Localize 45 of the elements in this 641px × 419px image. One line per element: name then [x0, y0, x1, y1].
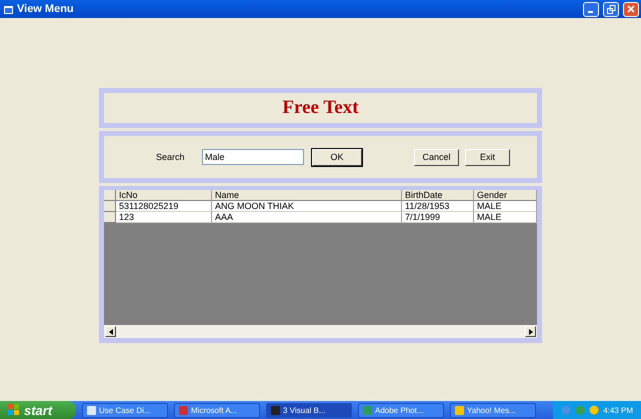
table-cell: AAA — [212, 212, 402, 223]
app-icon — [455, 406, 464, 414]
row-selector[interactable] — [104, 212, 116, 223]
app-icon — [363, 406, 372, 414]
table-cell: ANG MOON THIAK — [212, 201, 402, 212]
taskbar-item[interactable]: Use Case Di... — [82, 402, 168, 418]
app-icon — [271, 406, 280, 414]
restore-button[interactable] — [603, 2, 619, 16]
search-label: Search — [156, 152, 186, 162]
grid-corner — [104, 190, 116, 201]
horizontal-scrollbar[interactable] — [104, 325, 537, 338]
scroll-left-icon[interactable] — [105, 326, 116, 337]
column-header[interactable]: IcNo — [116, 190, 212, 201]
scroll-right-icon[interactable] — [525, 326, 536, 337]
app-icon — [87, 406, 96, 414]
table-cell: MALE — [474, 212, 537, 223]
taskbar-item[interactable]: Adobe Phot... — [358, 402, 444, 418]
table-cell: 531128025219 — [116, 201, 212, 212]
taskbar-item[interactable]: Microsoft A... — [174, 402, 260, 418]
cancel-button[interactable]: Cancel — [414, 148, 459, 166]
window-icon — [4, 4, 13, 14]
row-selector[interactable] — [104, 201, 116, 212]
tray-icon[interactable] — [589, 405, 600, 415]
close-icon — [627, 5, 635, 13]
clock: 4:43 PM — [603, 406, 633, 414]
taskbar-item[interactable]: 3 Visual B... — [266, 402, 352, 418]
table-cell: 123 — [116, 212, 212, 223]
table-cell: 11/28/1953 — [402, 201, 474, 212]
start-button[interactable]: start — [0, 401, 76, 419]
ok-button[interactable]: OK — [312, 148, 362, 166]
close-button[interactable] — [623, 2, 639, 16]
windows-logo-icon — [8, 404, 20, 416]
app-icon — [179, 406, 188, 414]
header-title: Free Text — [282, 97, 359, 119]
column-header[interactable]: Name — [212, 190, 402, 201]
table-cell: 7/1/1999 — [402, 212, 474, 223]
column-header[interactable]: Gender — [474, 190, 537, 201]
taskbar-item[interactable]: Yahoo! Mes... — [450, 402, 536, 418]
window-title: View Menu — [17, 3, 75, 15]
exit-button[interactable]: Exit — [465, 148, 510, 166]
search-field[interactable]: Male — [202, 149, 304, 165]
column-header[interactable]: BirthDate — [402, 190, 474, 201]
restore-icon — [606, 4, 616, 14]
minimize-button[interactable] — [583, 2, 599, 16]
table-cell: MALE — [474, 201, 537, 212]
